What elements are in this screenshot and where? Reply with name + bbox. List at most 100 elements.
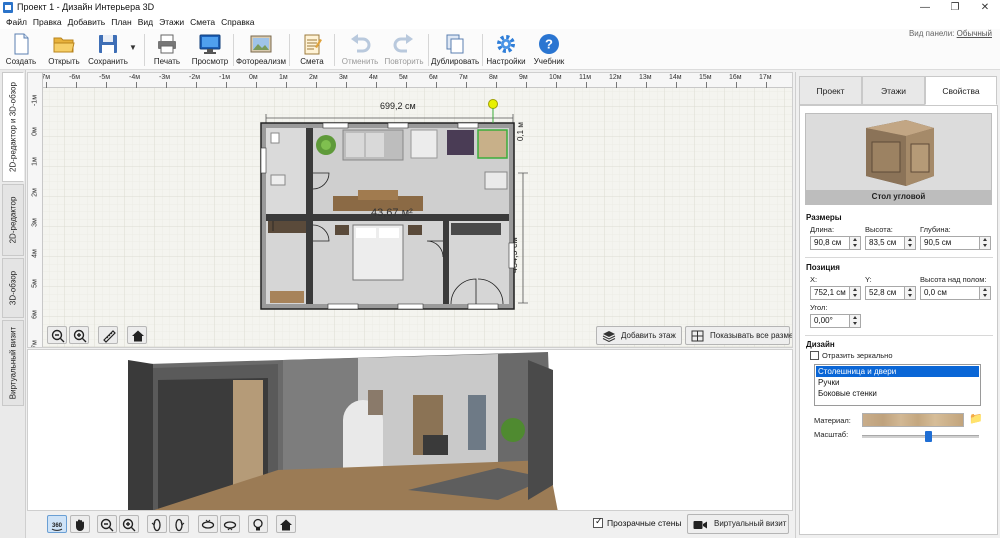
light-bulb-icon [253,518,263,531]
tab-3d-view[interactable]: 3D-обзор [2,258,24,318]
duplicate-button[interactable]: Дублировать [431,31,479,69]
transparent-walls-checkbox[interactable]: ✓ [593,516,603,528]
list-item[interactable]: Столешница и двери [816,366,979,377]
panel-view-link[interactable]: Обычный [957,29,992,38]
room-area-label: 43,67 м² [371,207,413,219]
redo-icon [393,34,413,53]
ruler-label: 4м [31,248,39,258]
ruler-icon [103,330,116,343]
rotate-right-button[interactable] [169,515,189,533]
rotate-left-button[interactable] [147,515,167,533]
photorealism-button[interactable]: Фотореализм [236,31,286,69]
tab-2d-editor[interactable]: 2D-редактор [2,184,24,256]
folder-icon[interactable]: 📁 [969,412,983,425]
list-item[interactable]: Боковые стенки [816,388,979,399]
create-button[interactable]: Создать [2,31,40,69]
length-input[interactable]: 90,8 см [810,236,861,250]
floor-plan[interactable]: 699,2 см 484,5 см 0,1 м [28,73,793,348]
zoom-in-button[interactable] [69,326,89,344]
tab-2d-editor-label: 2D-редактор [8,196,18,244]
tab-project[interactable]: Проект [799,76,862,105]
virtual-visit-button[interactable]: Виртуальный визит [687,514,789,534]
menu-help[interactable]: Справка [218,16,257,29]
minimize-button[interactable]: — [910,0,940,16]
depth-label: Глубина: [920,225,951,234]
zoom-out-button[interactable] [47,326,67,344]
menu-edit[interactable]: Правка [30,16,65,29]
view-360-button[interactable]: 360 [47,515,67,533]
y-input[interactable]: 52,8 см [865,286,916,300]
x-input[interactable]: 752,1 см [810,286,861,300]
tilt-down-button[interactable] [220,515,240,533]
list-item[interactable]: Ручки [816,377,979,388]
ruler-tick [286,82,287,88]
redo-button[interactable]: Повторить [382,31,426,69]
y-stepper-icon[interactable] [904,287,915,299]
menu-bar: Файл Правка Добавить План Вид Этажи Смета Справ… [0,16,1000,29]
preview-button[interactable]: Просмотр [190,31,230,69]
pan-button[interactable] [70,515,90,533]
menu-view[interactable]: Вид [135,16,156,29]
create-label: Создать [5,57,37,66]
home-view-button[interactable] [127,326,147,344]
mirror-checkbox[interactable] [810,351,819,360]
measure-button[interactable] [98,326,118,344]
lighting-button[interactable] [248,515,268,533]
menu-plan[interactable]: План [108,16,135,29]
x-stepper-icon[interactable] [849,287,860,299]
close-button[interactable]: ✕ [970,0,1000,16]
ruler-tick [646,82,647,88]
tab-floors[interactable]: Этажи [862,76,925,105]
show-all-dimensions-button[interactable]: Показывать все размеры [685,326,792,345]
settings-button[interactable]: Настройки [486,31,526,69]
menu-add[interactable]: Добавить [65,16,109,29]
toolbar-separator [144,34,145,66]
estimate-button[interactable]: Смета [293,31,331,69]
view-3d[interactable] [27,349,793,511]
open-button[interactable]: Открыть [44,31,84,69]
height-input[interactable]: 83,5 см [865,236,916,250]
depth-input[interactable]: 90,5 см [920,236,991,250]
save-button[interactable]: Сохранить [86,31,130,69]
scale-slider[interactable] [862,435,979,438]
angle-input[interactable]: 0,00° [810,314,861,328]
print-button[interactable]: Печать [148,31,186,69]
tab-2d-and-3d[interactable]: 2D-редактор и 3D-обзор [2,72,24,182]
undo-button[interactable]: Отменить [338,31,382,69]
scale-slider-thumb[interactable] [925,431,933,442]
zoom-in-icon [73,329,87,343]
menu-file[interactable]: Файл [3,16,30,29]
ruler-label: 6м [429,74,438,81]
home-3d-button[interactable] [276,515,296,533]
tab-virtual-visit[interactable]: Виртуальный визит [2,320,24,406]
tab-properties[interactable]: Свойства [925,76,997,105]
add-floor-button[interactable]: Добавить этаж [596,326,682,345]
angle-stepper-icon[interactable] [849,315,860,327]
menu-floors[interactable]: Этажи [156,16,187,29]
material-swatch[interactable] [862,413,964,427]
design-parts-list[interactable]: Столешница и двери Ручки Боковые стенки [814,364,981,406]
plan-editor-2d[interactable]: 699,2 см 484,5 см 0,1 м [27,72,793,348]
zoom-in-3d-button[interactable] [119,515,139,533]
dimensions-icon [691,330,704,342]
tab-3d-view-label: 3D-обзор [8,270,18,306]
tutorial-button[interactable]: ? Учебник [530,31,568,69]
elevation-stepper-icon[interactable] [979,287,990,299]
ruler-label: 3м [31,218,39,227]
height-stepper-icon[interactable] [904,237,915,249]
maximize-button[interactable]: ❐ [940,0,970,16]
main-toolbar: Создать Открыть Сохранить ▼ Печать Просм… [0,29,1000,70]
elevation-input[interactable]: 0,0 см [920,286,991,300]
length-stepper-icon[interactable] [849,237,860,249]
depth-stepper-icon[interactable] [979,237,990,249]
tilt-up-button[interactable] [198,515,218,533]
menu-estimate[interactable]: Смета [187,16,218,29]
ruler-tick [556,82,557,88]
duplicate-icon [446,34,464,54]
home-icon [132,330,144,342]
selection-rotate-handle[interactable] [488,99,498,109]
ruler-label: 0м [249,74,258,81]
virtual-visit-label: Виртуальный визит [714,519,787,528]
zoom-out-3d-button[interactable] [97,515,117,533]
save-dropdown-arrow-icon[interactable]: ▼ [129,43,137,52]
